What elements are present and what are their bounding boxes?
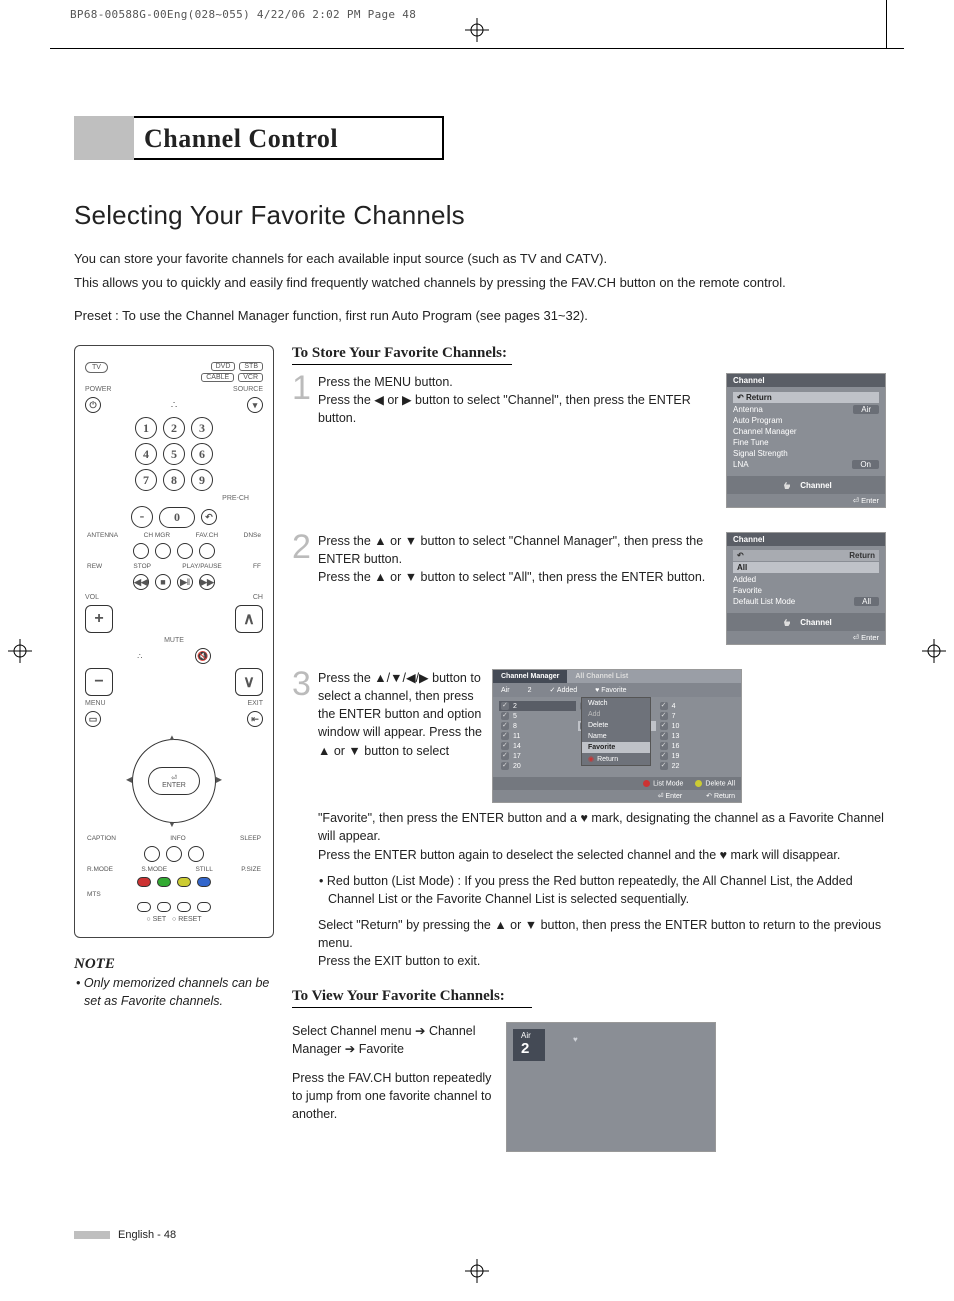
osd-screenshot-channel-menu: Channel ↶ Return AntennaAir Auto Program… [726,373,886,508]
step-3-text-c: Select "Return" by pressing the ▲ or ▼ b… [318,916,886,970]
note-heading: NOTE [74,956,274,973]
registration-mark-top [465,18,489,42]
heart-icon: ♥ [573,1035,578,1044]
step-3-bullet: • Red button (List Mode) : If you press … [328,872,886,908]
dpad: ▲ ▼ ◀ ▶ ⏎ENTER [124,731,224,831]
page-footer: English - 48 [74,1229,176,1241]
section-title: Selecting Your Favorite Channels [74,200,886,231]
hand-icon [780,479,794,491]
registration-mark-left [8,639,32,663]
step-number-3: 3 [292,669,314,803]
crop-vline [886,0,887,48]
osd-screenshot-favorite-view: Air 2 ♥ [506,1022,716,1152]
print-header: BP68-00588G-00Eng(028~055) 4/22/06 2:02 … [70,8,416,21]
preset-line: Preset : To use the Channel Manager func… [74,308,886,323]
registration-mark-right [922,639,946,663]
chapter-title: Channel Control [134,116,444,160]
note-body: • Only memorized channels can be set as … [74,975,274,1010]
view-body-1: Select Channel menu ➔ Channel Manager ➔ … [292,1022,502,1058]
intro-text: You can store your favorite channels for… [74,249,886,292]
step-1-text: Press the MENU button. Press the ◀ or ▶ … [318,373,722,508]
osd-screenshot-all-channel-list: Channel ManagerAll Channel List Air2✓ Ad… [492,669,742,803]
chapter-title-bar: Channel Control [74,116,886,160]
remote-control-diagram: TV DVDSTB CABLEVCR POWERSOURCE ⏻∴▾ 123 4… [74,345,274,938]
step-2-text: Press the ▲ or ▼ button to select "Chann… [318,532,722,645]
step-3-text-b: "Favorite", then press the ENTER button … [318,809,886,863]
step-number-1: 1 [292,373,314,508]
step-3-text-a: Press the ▲/▼/◀/▶ button to select a cha… [318,669,488,803]
note-block: NOTE • Only memorized channels can be se… [74,956,274,1010]
osd-screenshot-channel-manager-menu: Channel ↶ Return All Added Favorite Defa… [726,532,886,645]
view-body-2: Press the FAV.CH button repeatedly to ju… [292,1069,502,1123]
crop-hline [50,48,904,49]
popup-menu: Watch Add Delete Name Favorite ◉Return [581,697,651,766]
hand-icon [780,616,794,628]
view-heading: To View Your Favorite Channels: [292,988,532,1008]
step-number-2: 2 [292,532,314,645]
registration-mark-bottom [465,1259,489,1283]
store-heading: To Store Your Favorite Channels: [292,345,512,365]
power-icon: ⏻ [85,397,101,413]
